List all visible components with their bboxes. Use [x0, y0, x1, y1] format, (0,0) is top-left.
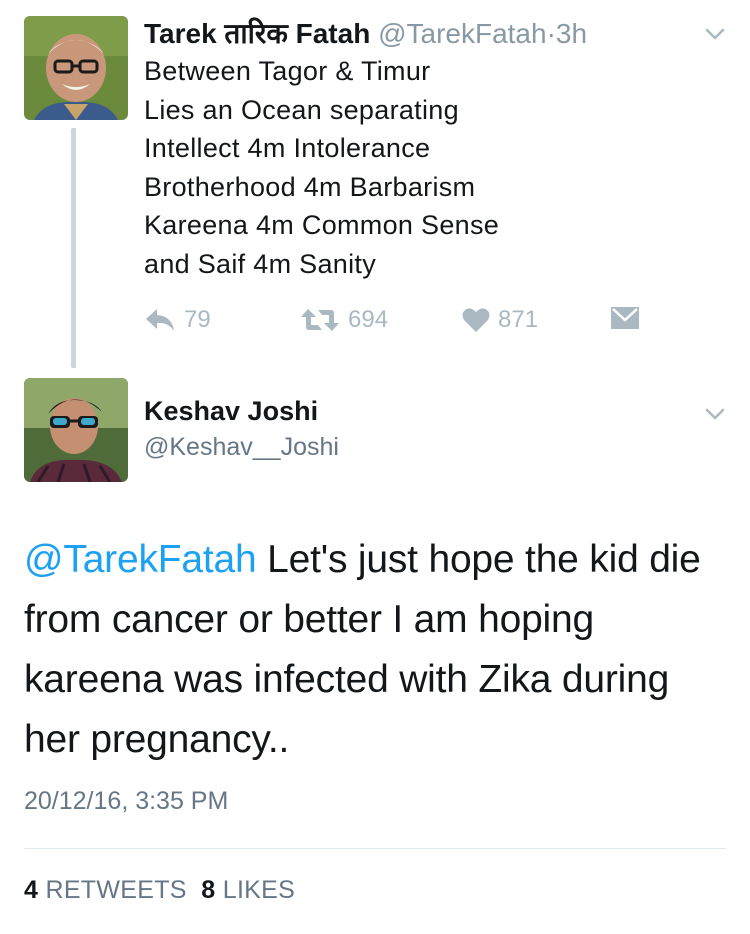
reply-author-avatar[interactable]: [24, 378, 128, 482]
parent-author-name[interactable]: Tarek तारिक Fatah: [144, 18, 370, 49]
reply-button[interactable]: 79: [144, 306, 211, 334]
tweet-line: Intellect 4m Intolerance: [144, 133, 431, 163]
parent-tweet-header: Tarek तारिक Fatah @TarekFatah·3h: [144, 14, 587, 52]
retweets-stat[interactable]: 4 RETWEETS: [24, 876, 187, 904]
tweet-line: Brotherhood 4m Barbarism: [144, 171, 476, 202]
tweet-line: Kareena 4m Common Sense: [144, 210, 500, 240]
parent-author-avatar[interactable]: [24, 16, 128, 120]
reply-timestamp[interactable]: 20/12/16, 3:35 PM: [24, 787, 228, 816]
retweet-icon: [300, 307, 340, 333]
like-button[interactable]: 871: [462, 306, 538, 334]
engagement-stats: 4 RETWEETS 8 LIKES: [24, 876, 295, 905]
parent-tweet-text: Between Tagor & Timur Lies an Ocean sepa…: [144, 52, 499, 283]
reply-author-handle[interactable]: @Keshav__Joshi: [144, 433, 339, 462]
reply-author-name[interactable]: Keshav Joshi: [144, 396, 318, 427]
tweet-line: Between Tagor & Timur: [144, 56, 431, 86]
direct-message-icon: [610, 306, 640, 330]
direct-message-button[interactable]: [610, 306, 640, 330]
chevron-down-icon[interactable]: [703, 402, 727, 426]
likes-label: LIKES: [222, 876, 296, 904]
retweets-label: RETWEETS: [45, 876, 187, 904]
tweet-line: and Saif 4m Sanity: [144, 248, 377, 279]
reply-tweet-text: @TarekFatah Let's just hope the kid die …: [24, 530, 734, 770]
parent-author-handle[interactable]: @TarekFatah: [378, 18, 547, 49]
tweet-line: Lies an Ocean separating: [144, 94, 459, 125]
like-icon: [462, 307, 490, 333]
reply-icon: [144, 307, 176, 333]
chevron-down-icon[interactable]: [703, 22, 727, 46]
thread-connector-line: [71, 128, 76, 368]
mention-link[interactable]: @TarekFatah: [24, 538, 257, 581]
stats-divider: [24, 848, 726, 849]
retweet-button[interactable]: 694: [300, 306, 388, 334]
likes-count: 8: [201, 876, 216, 904]
retweet-count: 694: [348, 306, 389, 333]
likes-stat[interactable]: 8 LIKES: [201, 876, 295, 904]
header-separator: ·: [546, 18, 556, 49]
retweets-count: 4: [24, 876, 39, 904]
reply-count: 79: [184, 306, 211, 333]
like-count: 871: [498, 306, 539, 333]
parent-tweet-time[interactable]: 3h: [556, 18, 587, 49]
